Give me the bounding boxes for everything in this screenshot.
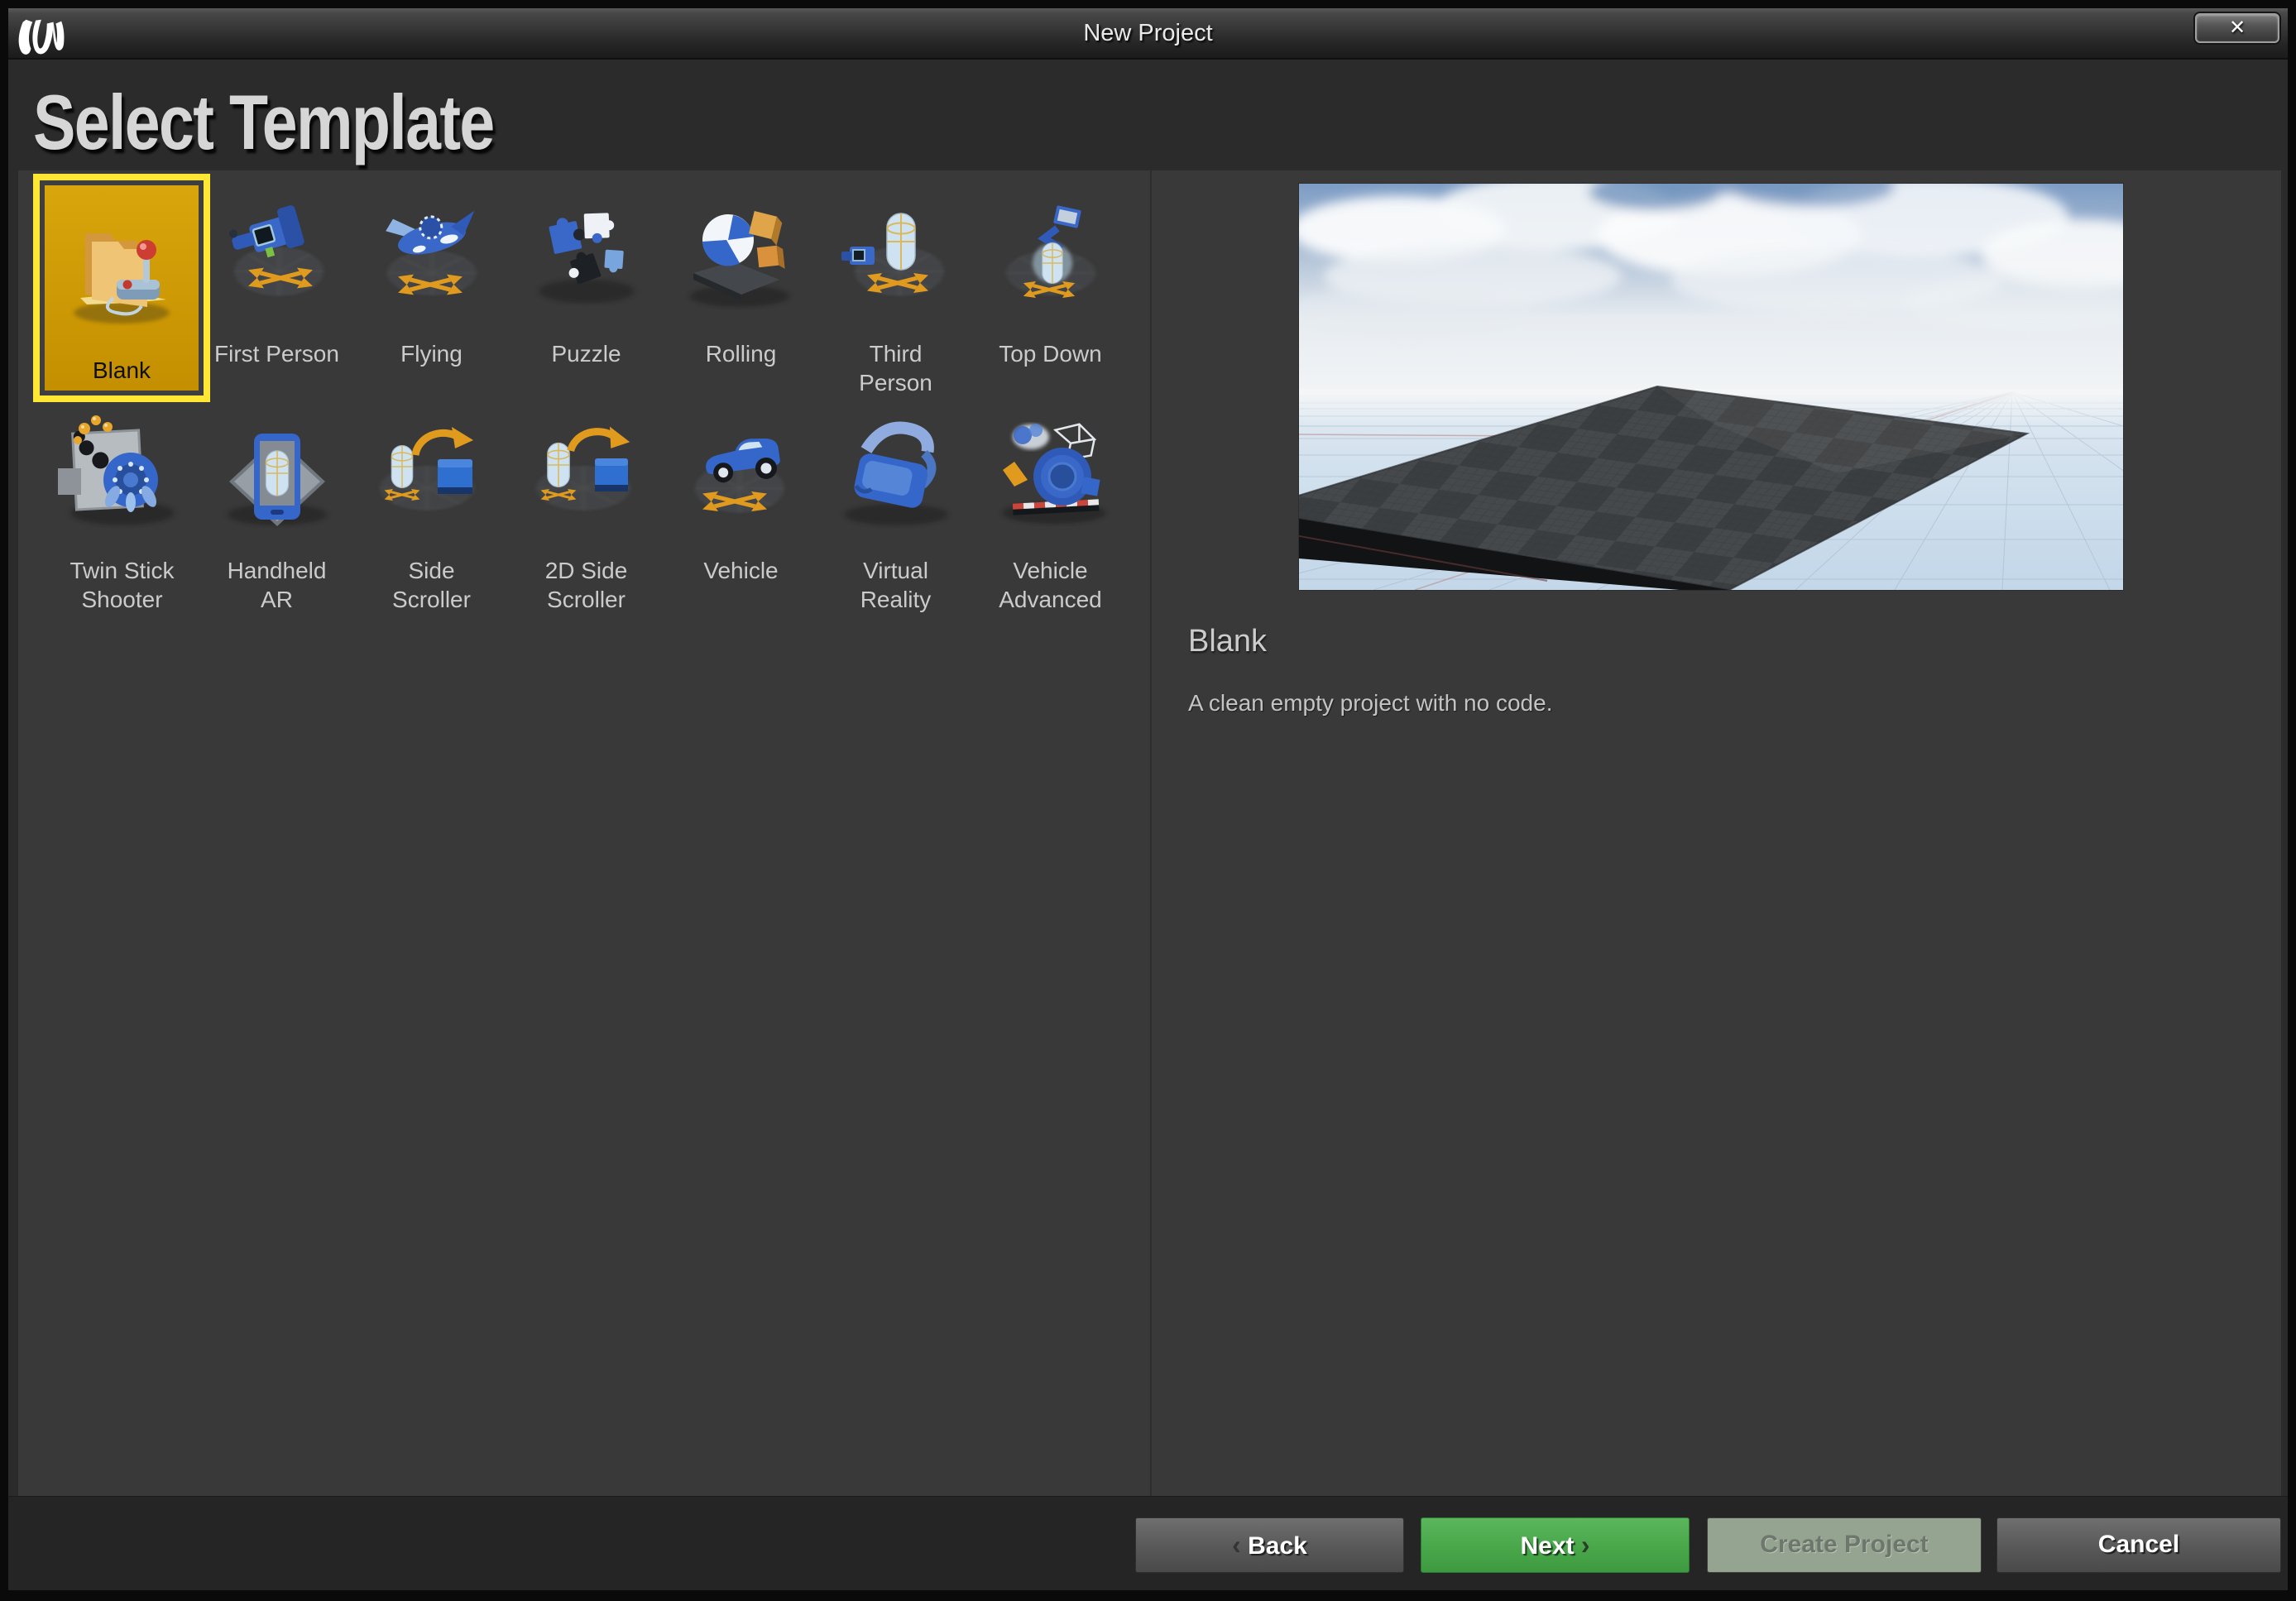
template-tile-puzzle[interactable]: Puzzle [509, 175, 664, 392]
template-tile-blank[interactable]: Blank [33, 174, 210, 402]
back-button-label: Back [1248, 1532, 1307, 1560]
tile-label: Virtual Reality [860, 558, 932, 612]
template-tile-first-person[interactable]: First Person [199, 175, 354, 392]
cancel-button-label: Cancel [2097, 1531, 2180, 1558]
create-project-button-label: Create Project [1760, 1531, 1929, 1558]
template-tile-flying[interactable]: Flying [354, 175, 509, 392]
third-person-icon [841, 213, 945, 297]
page-title: Select Template [33, 79, 495, 165]
next-button[interactable]: Next › [1421, 1517, 1690, 1573]
first-person-icon [228, 205, 324, 297]
title-bar[interactable]: New Project [8, 8, 2288, 60]
vehicle-advanced-icon [1002, 423, 1105, 524]
virtual-reality-icon [844, 421, 947, 525]
chevron-right-icon: › [1580, 1530, 1590, 1560]
template-tile-virtual-reality[interactable]: Virtual Reality [818, 392, 973, 612]
tile-label: Twin Stick Shooter [70, 558, 175, 612]
vehicle-icon [693, 439, 785, 539]
twin-stick-shooter-icon [57, 415, 174, 525]
window-title: New Project [1083, 20, 1213, 46]
2d-side-scroller-icon [534, 407, 653, 512]
rolling-icon [689, 211, 789, 307]
footer-bar: ‹ Back Next › Create Project Cancel [8, 1496, 2288, 1590]
window-frame: New Project ✕ Select Template Blank Firs… [8, 8, 2288, 1590]
flying-icon [385, 210, 477, 323]
back-button[interactable]: ‹ Back [1135, 1517, 1404, 1573]
handheld-ar-icon [227, 434, 327, 526]
details-description: A clean empty project with no code. [1188, 690, 1553, 716]
close-icon: ✕ [2228, 17, 2246, 39]
template-panel: Blank First Person Flying Puzzle Rolling… [18, 170, 2281, 1496]
tile-label: Handheld AR [227, 558, 327, 612]
template-tile-2d-side-scroller[interactable]: 2D Side Scroller [509, 392, 664, 612]
tile-label: Third Person [859, 341, 932, 395]
details-title: Blank [1188, 624, 1268, 659]
tile-label: Rolling [705, 341, 777, 367]
tile-label: Puzzle [551, 341, 621, 367]
chevron-left-icon: ‹ [1232, 1530, 1241, 1560]
top-down-icon [1004, 205, 1096, 323]
side-scroller-icon [378, 407, 498, 512]
panel-divider [1150, 170, 1152, 1496]
tile-label: First Person [214, 341, 339, 367]
close-button[interactable]: ✕ [2195, 13, 2279, 43]
cancel-button[interactable]: Cancel [1996, 1517, 2281, 1573]
template-tile-side-scroller[interactable]: Side Scroller [354, 392, 509, 612]
blank-project-icon [74, 233, 170, 324]
tile-label: Blank [92, 357, 151, 383]
template-tile-rolling[interactable]: Rolling [664, 175, 818, 392]
template-tile-top-down[interactable]: Top Down [973, 175, 1128, 392]
template-tile-handheld-ar[interactable]: Handheld AR [199, 392, 354, 612]
tile-label: Top Down [999, 341, 1102, 367]
next-button-label: Next [1520, 1532, 1575, 1560]
puzzle-icon [538, 213, 635, 304]
new-project-window: New Project ✕ Select Template Blank Firs… [0, 0, 2296, 1601]
template-tile-vehicle[interactable]: Vehicle [664, 392, 818, 609]
template-tile-third-person[interactable]: Third Person [818, 175, 973, 395]
tile-label: Flying [400, 341, 463, 367]
template-tile-twin-stick-shooter[interactable]: Twin Stick Shooter [45, 392, 199, 612]
tile-label: Side Scroller [392, 558, 471, 612]
unreal-engine-logo-icon [18, 19, 65, 55]
tile-label: Vehicle Advanced [999, 558, 1102, 612]
template-preview-image [1298, 183, 2124, 591]
create-project-button[interactable]: Create Project [1707, 1517, 1982, 1573]
tile-label: Vehicle [703, 558, 779, 583]
tile-label: 2D Side Scroller [544, 558, 628, 612]
template-tile-vehicle-advanced[interactable]: Vehicle Advanced [973, 392, 1128, 612]
